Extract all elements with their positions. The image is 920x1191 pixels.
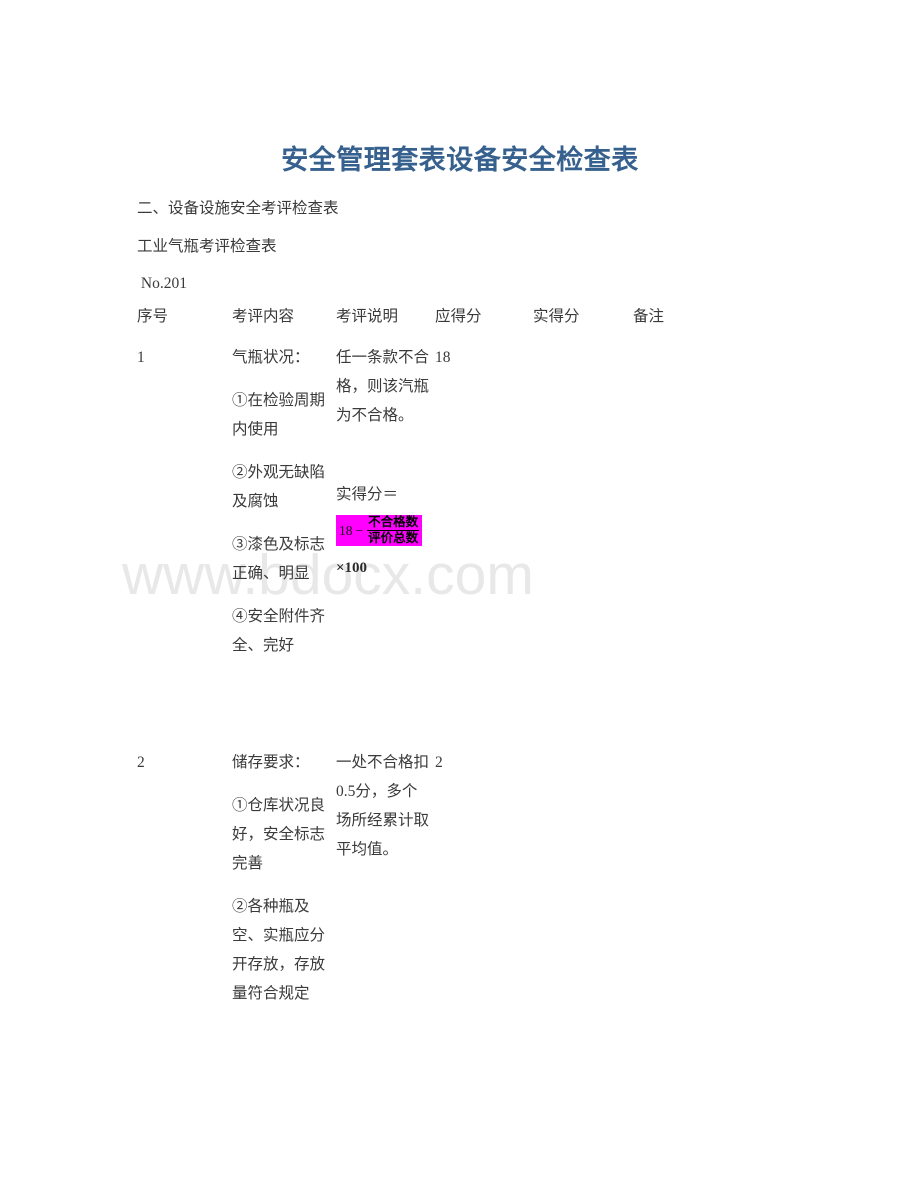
column-header-note: 备注 [633,308,665,325]
formula-lead-label: 实得分＝ [336,486,399,503]
row-desc-text: 任一条款不合格，则该汽瓶为不合格。 [336,349,430,424]
column-header-actual-score: 实得分 [533,308,580,325]
table-row: 2 [137,748,227,777]
row-desc-text: 一处不合格扣0.5分，多个场所经累计取平均值。 [336,754,430,858]
formula-base-value: 18 [339,522,353,538]
formula-highlight: 18 − 不合格数 评价总数 [336,515,423,546]
row-item-point: ④安全附件齐全、完好 [232,608,326,654]
document-page: www.bdocx.com 安全管理套表设备安全检查表 二、设备设施安全考评检查… [0,0,920,1191]
row-item-point: ③漆色及标志正确、明显 [232,536,326,582]
formula-denominator: 评价总数 [367,530,420,545]
column-header-seq: 序号 [137,308,169,325]
formula-numerator: 不合格数 [368,515,419,529]
row-max-score-value: 2 [435,754,443,771]
row-item-title: 储存要求： [232,754,310,771]
column-header-max-score: 应得分 [435,308,482,325]
row-max-score: 2 [435,748,527,777]
column-header-item: 考评内容 [232,308,295,325]
assessment-table: 序号 考评内容 考评说明 应得分 实得分 备注 1 气瓶状况： ①在检验周期内使… [0,0,920,1191]
row-desc-content: 一处不合格扣0.5分，多个场所经累计取平均值。 [336,748,432,864]
row-max-score: 18 [435,343,527,372]
row-item-point: ①仓库状况良好，安全标志完善 [232,797,326,872]
formula-fraction: 不合格数 评价总数 [367,515,420,545]
column-header-desc: 考评说明 [336,308,399,325]
row-item-content: 储存要求： ①仓库状况良好，安全标志完善 ②各种瓶及空、实瓶应分开存放，存放量符… [232,748,330,1008]
row-item-point: ①在检验周期内使用 [232,392,326,438]
table-row: 1 [137,343,227,372]
row-seq-value: 1 [137,349,145,366]
row-item-point: ②外观无缺陷及腐蚀 [232,464,326,510]
row-seq-value: 2 [137,754,145,771]
formula-operator: − [355,522,364,538]
row-max-score-value: 18 [435,349,451,366]
row-desc-content: 任一条款不合格，则该汽瓶为不合格。 [336,343,432,430]
row-item-content: 气瓶状况： ①在检验周期内使用 ②外观无缺陷及腐蚀 ③漆色及标志正确、明显 ④安… [232,343,330,660]
row-item-title: 气瓶状况： [232,349,310,366]
score-formula: 实得分＝ 18 − 不合格数 评价总数 ×100 [336,480,456,577]
row-item-point: ②各种瓶及空、实瓶应分开存放，存放量符合规定 [232,898,326,1002]
formula-tail-value: ×100 [336,560,368,576]
